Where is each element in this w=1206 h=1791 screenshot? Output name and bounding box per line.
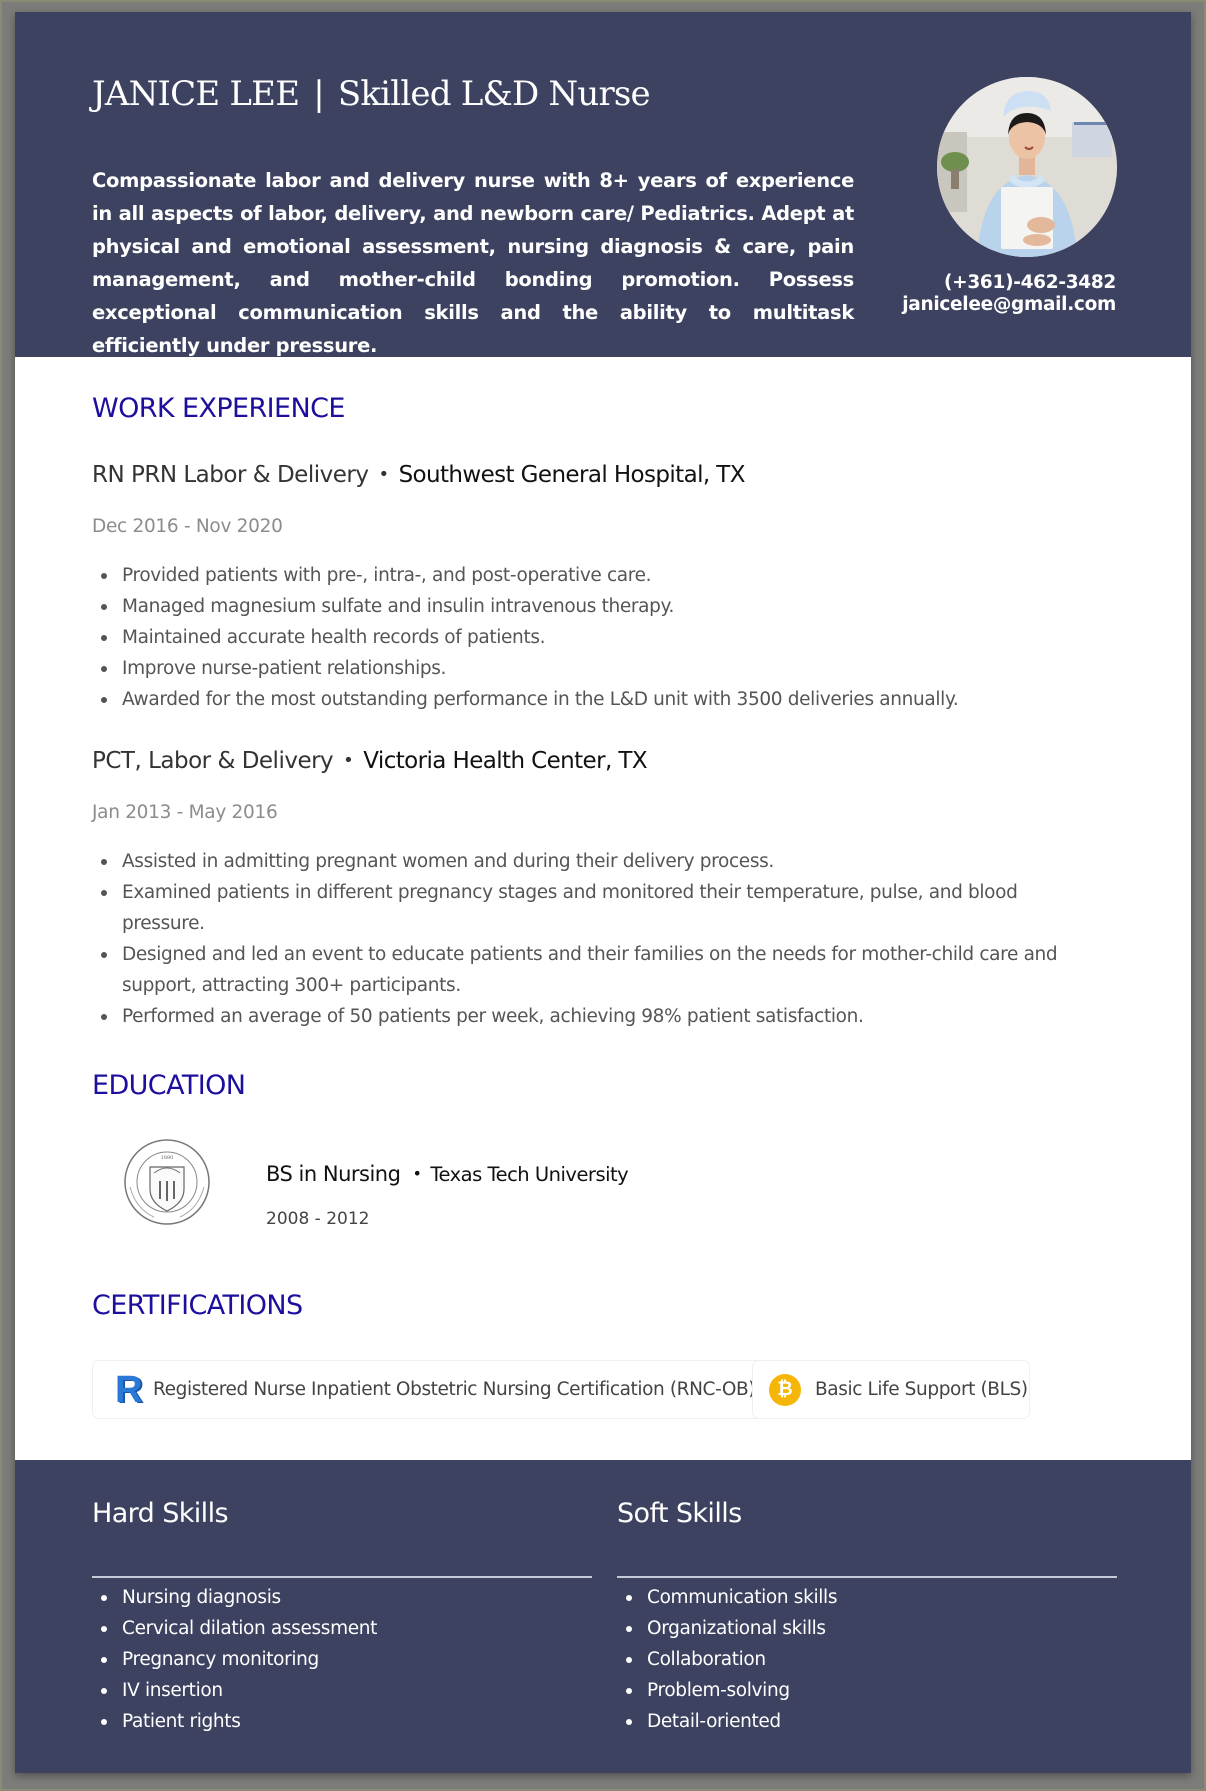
degree-separator: • bbox=[412, 1164, 422, 1183]
university-seal-icon: 1880 bbox=[122, 1137, 212, 1227]
list-item: Examined patients in different pregnancy… bbox=[92, 877, 1102, 939]
skills-footer: Hard Skills Nursing diagnosis Cervical d… bbox=[15, 1460, 1191, 1773]
job-title-2: PCT, Labor & Delivery • Victoria Health Ce… bbox=[92, 748, 648, 774]
soft-skills-list: Communication skills Organizational skil… bbox=[617, 1582, 837, 1737]
list-item: Problem-solving bbox=[617, 1675, 837, 1706]
title-separator: | bbox=[313, 74, 324, 114]
list-item: Detail-oriented bbox=[617, 1706, 837, 1737]
page-title: JANICE LEE | Skilled L&D Nurse bbox=[92, 74, 651, 114]
list-item: Assisted in admitting pregnant women and… bbox=[92, 846, 1102, 877]
svg-text:1880: 1880 bbox=[161, 1155, 174, 1161]
professional-summary: Compassionate labor and delivery nurse w… bbox=[92, 169, 854, 357]
list-item: Performed an average of 50 patients per … bbox=[92, 1001, 1102, 1032]
degree-line: BS in Nursing • Texas Tech University bbox=[266, 1162, 629, 1186]
certifications-heading: CERTIFICATIONS bbox=[92, 1290, 303, 1321]
list-item: Cervical dilation assessment bbox=[92, 1613, 377, 1644]
list-item: Awarded for the most outstanding perform… bbox=[92, 684, 1102, 715]
list-item: Designed and led an event to educate pat… bbox=[92, 939, 1102, 1001]
list-item: Organizational skills bbox=[617, 1613, 837, 1644]
list-item: Maintained accurate health records of pa… bbox=[92, 622, 1102, 653]
r-logo-icon: R bbox=[115, 1368, 143, 1411]
education-heading: EDUCATION bbox=[92, 1070, 246, 1101]
list-item: Patient rights bbox=[92, 1706, 377, 1737]
certification-card-bls: ₿ Basic Life Support (BLS) bbox=[752, 1360, 1030, 1419]
job-title-1: RN PRN Labor & Delivery • Southwest Genera… bbox=[92, 462, 746, 488]
job-role: RN PRN Labor & Delivery bbox=[92, 462, 369, 488]
job-organization: Southwest General Hospital, TX bbox=[398, 462, 746, 488]
list-item: Improve nurse-patient relationships. bbox=[92, 653, 1102, 684]
list-item: Pregnancy monitoring bbox=[92, 1644, 377, 1675]
list-item: Communication skills bbox=[617, 1582, 837, 1613]
list-item: Provided patients with pre-, intra-, and… bbox=[92, 560, 1102, 591]
contact-info: (+361)-462-3482 janicelee@gmail.com bbox=[902, 272, 1116, 316]
resume-page: JANICE LEE | Skilled L&D Nurse Compassiona… bbox=[15, 12, 1191, 1773]
certification-label: Registered Nurse Inpatient Obstetric Nur… bbox=[153, 1379, 756, 1400]
candidate-name: JANICE LEE bbox=[92, 74, 300, 114]
job-separator: • bbox=[378, 464, 389, 485]
profile-photo bbox=[937, 77, 1117, 257]
hard-skills-heading: Hard Skills bbox=[92, 1498, 229, 1529]
job-bullets-2: Assisted in admitting pregnant women and… bbox=[92, 846, 1102, 1032]
education-years: 2008 - 2012 bbox=[266, 1209, 370, 1229]
soft-skills-heading: Soft Skills bbox=[617, 1498, 742, 1529]
hard-skills-list: Nursing diagnosis Cervical dilation asse… bbox=[92, 1582, 377, 1737]
job-separator: • bbox=[343, 750, 354, 771]
list-item: IV insertion bbox=[92, 1675, 377, 1706]
job-bullets-1: Provided patients with pre-, intra-, and… bbox=[92, 560, 1102, 715]
resume-header: JANICE LEE | Skilled L&D Nurse Compassiona… bbox=[15, 12, 1191, 357]
certification-label: Basic Life Support (BLS) bbox=[815, 1379, 1028, 1400]
list-item: Managed magnesium sulfate and insulin in… bbox=[92, 591, 1102, 622]
school-name: Texas Tech University bbox=[430, 1163, 629, 1186]
job-role: PCT, Labor & Delivery bbox=[92, 748, 334, 774]
coin-b-logo-icon: ₿ bbox=[769, 1373, 801, 1406]
phone-number: (+361)-462-3482 bbox=[944, 272, 1116, 293]
list-item: Collaboration bbox=[617, 1644, 837, 1675]
degree-name: BS in Nursing bbox=[266, 1162, 401, 1186]
candidate-role: Skilled L&D Nurse bbox=[337, 74, 651, 114]
job-organization: Victoria Health Center, TX bbox=[363, 748, 647, 774]
email-address: janicelee@gmail.com bbox=[902, 294, 1116, 315]
certification-card-rnc-ob: R Registered Nurse Inpatient Obstetric N… bbox=[92, 1360, 762, 1419]
list-item: Nursing diagnosis bbox=[92, 1582, 377, 1613]
divider bbox=[617, 1576, 1117, 1578]
job-dates-1: Dec 2016 - Nov 2020 bbox=[92, 516, 283, 537]
job-dates-2: Jan 2013 - May 2016 bbox=[92, 802, 278, 823]
nurse-photo-icon bbox=[937, 77, 1117, 257]
divider bbox=[92, 1576, 592, 1578]
work-experience-heading: WORK EXPERIENCE bbox=[92, 393, 345, 424]
